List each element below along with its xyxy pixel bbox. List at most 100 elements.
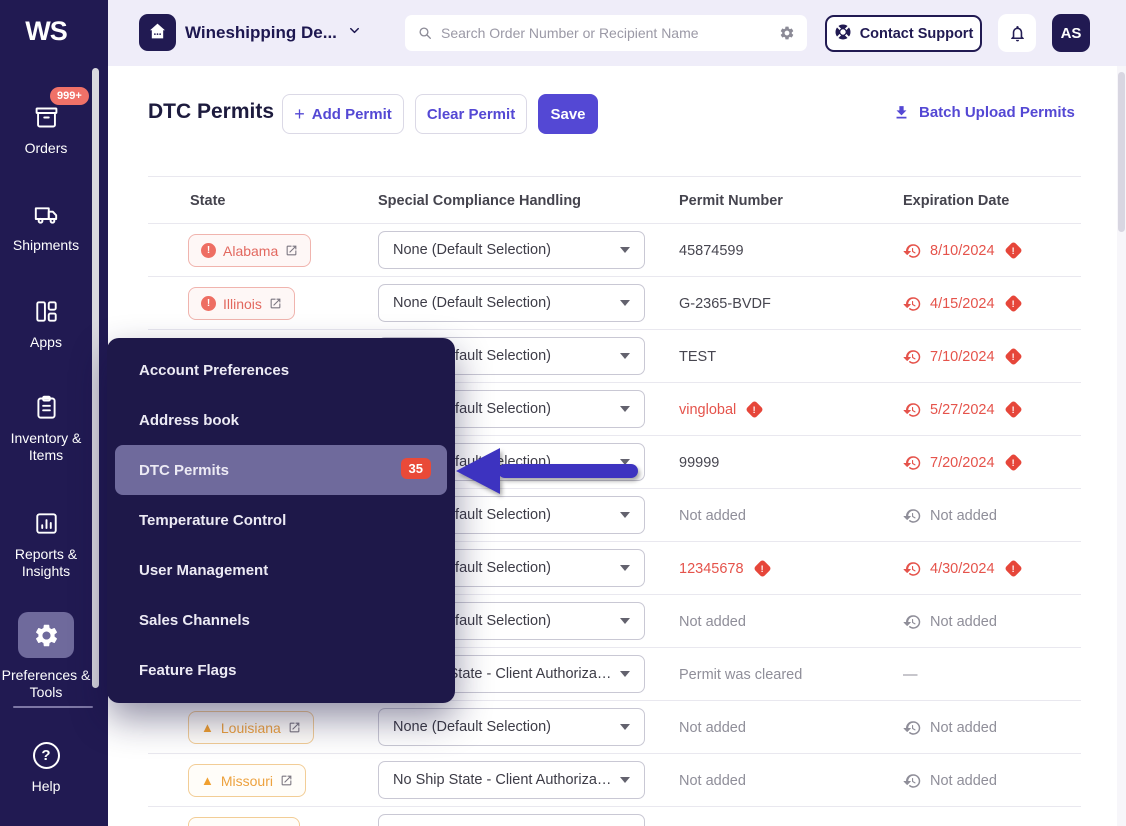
expiration-date-cell: 4/30/2024 <box>903 542 1020 595</box>
sidebar-item-inventory[interactable]: Inventory & Items <box>0 394 92 464</box>
state-chip[interactable]: ▲ <box>188 817 300 826</box>
error-diamond-icon <box>1004 453 1022 471</box>
state-chip[interactable]: !Alabama <box>188 234 311 267</box>
error-icon: ! <box>201 296 216 311</box>
compliance-selected-value: None (Default Selection) <box>393 719 612 735</box>
expiration-date: 7/20/2024 <box>930 455 995 471</box>
menu-item-label: Feature Flags <box>139 662 237 679</box>
chevron-down-icon <box>620 300 630 306</box>
compliance-select[interactable]: No Ship State - Client Authorizati... <box>378 761 645 799</box>
batch-upload-permits-link[interactable]: Batch Upload Permits <box>893 104 1075 121</box>
table-row: !Alabama None (Default Selection) 45874599… <box>148 224 1081 277</box>
download-icon <box>893 104 910 121</box>
window-scrollbar-thumb[interactable] <box>1118 72 1125 232</box>
sidebar-item-shipments[interactable]: Shipments <box>0 201 92 254</box>
expiration-date-cell: 5/27/2024 <box>903 383 1020 436</box>
search-icon <box>417 25 433 41</box>
sidebar-item-label: Reports & Insights <box>0 546 92 580</box>
chevron-down-icon <box>620 459 630 465</box>
sidebar-scrollbar[interactable] <box>92 68 99 688</box>
menu-item-label: Address book <box>139 412 239 429</box>
history-clock-icon <box>903 401 921 419</box>
orders-count-badge: 999+ <box>50 87 89 105</box>
history-clock-icon <box>903 613 921 631</box>
menu-item-dtc-permits[interactable]: DTC Permits35 <box>115 445 447 495</box>
menu-item-account-preferences[interactable]: Account Preferences <box>107 345 455 395</box>
permit-number-cell: Not added <box>679 595 746 648</box>
sidebar-item-label: Orders <box>0 140 92 157</box>
state-label: Louisiana <box>221 720 281 736</box>
compliance-select[interactable]: None (Default Selection) <box>378 284 645 322</box>
expiration-date: Not added <box>930 773 997 789</box>
gear-icon <box>33 622 60 649</box>
menu-item-sales-channels[interactable]: Sales Channels <box>107 595 455 645</box>
menu-item-feature-flags[interactable]: Feature Flags <box>107 645 455 695</box>
menu-item-temperature-control[interactable]: Temperature Control <box>107 495 455 545</box>
notifications-button[interactable] <box>998 14 1036 52</box>
state-label: Illinois <box>223 296 262 312</box>
menu-item-user-management[interactable]: User Management <box>107 545 455 595</box>
permit-number: vinglobal <box>679 402 736 418</box>
chevron-down-icon <box>620 777 630 783</box>
avatar[interactable]: AS <box>1052 14 1090 52</box>
warning-triangle-icon: ▲ <box>201 774 214 787</box>
compliance-select[interactable] <box>378 814 645 826</box>
sidebar-divider <box>13 706 93 708</box>
expiration-date: Not added <box>930 720 997 736</box>
chevron-down-icon <box>620 671 630 677</box>
chevron-down-icon <box>620 565 630 571</box>
table-header-row: State Special Compliance Handling Permit… <box>148 176 1081 224</box>
permit-number-cell: Permit was cleared <box>679 648 802 701</box>
contact-support-button[interactable]: Contact Support <box>825 15 982 52</box>
permit-number: 99999 <box>679 455 719 471</box>
error-diamond-icon <box>746 400 764 418</box>
lifebuoy-icon <box>834 23 852 45</box>
sidebar-item-label: Apps <box>0 334 92 351</box>
window-scrollbar-track[interactable] <box>1117 66 1126 826</box>
chevron-down-icon <box>620 406 630 412</box>
clipboard-icon <box>33 394 60 421</box>
table-row: ▲ <box>148 807 1081 826</box>
compliance-select[interactable]: None (Default Selection) <box>378 708 645 746</box>
state-chip[interactable]: ▲ Louisiana <box>188 711 314 744</box>
menu-item-label: Sales Channels <box>139 612 250 629</box>
expiration-date: 8/10/2024 <box>930 243 995 259</box>
home-button[interactable] <box>139 14 176 51</box>
clear-permit-button[interactable]: Clear Permit <box>415 94 527 134</box>
compliance-select[interactable]: None (Default Selection) <box>378 231 645 269</box>
table-row: ▲ Louisiana None (Default Selection) Not ad… <box>148 701 1081 754</box>
expiration-date: 4/15/2024 <box>930 296 995 312</box>
permit-number: 12345678 <box>679 561 744 577</box>
warning-triangle-icon: ▲ <box>201 721 214 734</box>
error-icon: ! <box>201 243 216 258</box>
column-header-expiration-date: Expiration Date <box>903 193 1009 209</box>
state-chip[interactable]: ! Illinois <box>188 287 295 320</box>
search-settings-gear-icon[interactable] <box>779 25 795 41</box>
truck-icon <box>33 201 60 228</box>
plus-icon: + <box>294 105 305 123</box>
state-chip[interactable]: ▲Missouri <box>188 764 306 797</box>
expiration-date-cell: 4/15/2024 <box>903 277 1020 330</box>
org-selector[interactable]: Wineshipping De... <box>185 0 362 66</box>
save-button[interactable]: Save <box>538 94 598 134</box>
sidebar-item-preferences[interactable]: Preferences & Tools <box>0 612 92 701</box>
expiration-date: Not added <box>930 614 997 630</box>
error-diamond-icon <box>1004 241 1022 259</box>
permit-number-cell: 99999 <box>679 436 719 489</box>
search-input[interactable] <box>441 25 779 41</box>
sidebar-item-reports[interactable]: Reports & Insights <box>0 510 92 580</box>
batch-upload-label: Batch Upload Permits <box>919 104 1075 121</box>
error-diamond-icon <box>753 559 771 577</box>
add-permit-button[interactable]: + Add Permit <box>282 94 404 134</box>
permit-number-cell: 45874599 <box>679 224 744 277</box>
column-header-state: State <box>190 193 225 209</box>
sidebar-item-apps[interactable]: Apps <box>0 298 92 351</box>
sidebar-item-label: Shipments <box>0 237 92 254</box>
expiration-date: 7/10/2024 <box>930 349 995 365</box>
history-clock-icon <box>903 507 921 525</box>
permit-number-cell: G-2365-BVDF <box>679 277 771 330</box>
sidebar-item-orders[interactable]: 999+Orders <box>0 104 92 157</box>
menu-item-address-book[interactable]: Address book <box>107 395 455 445</box>
sidebar-item-help[interactable]: ? Help <box>0 742 92 795</box>
chevron-down-icon <box>347 23 362 43</box>
